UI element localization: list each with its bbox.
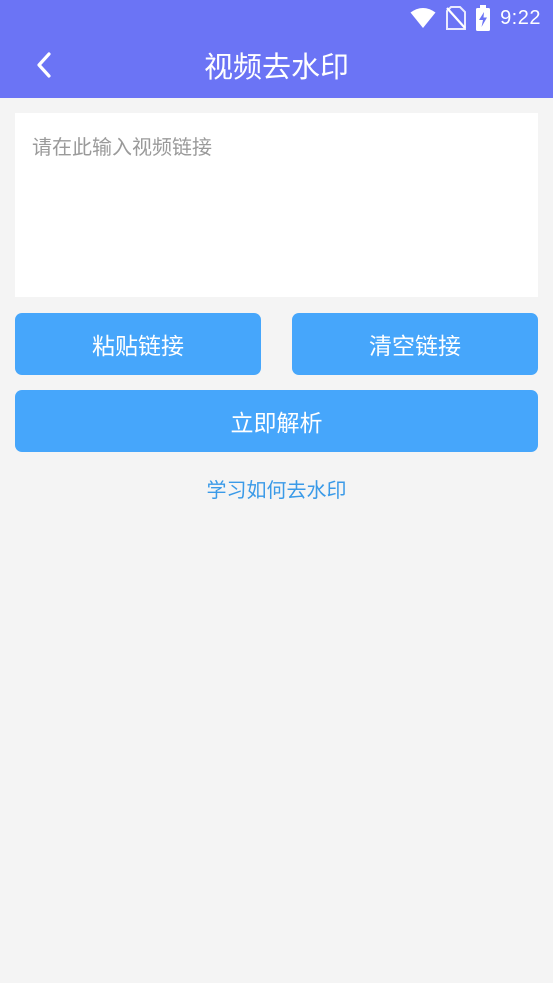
page-title: 视频去水印: [203, 50, 349, 84]
status-time: 9:22: [500, 6, 541, 29]
status-icons: 9:22: [410, 5, 541, 31]
parse-now-button[interactable]: 立即解析: [15, 390, 538, 452]
clear-link-button[interactable]: 清空链接: [292, 313, 538, 375]
wifi-icon: [410, 7, 436, 29]
no-sim-icon: [446, 6, 467, 30]
app-screen: 9:22 视频去水印 粘贴链接 清空链接 立即解析 学习如何去水印: [0, 0, 553, 983]
video-link-input[interactable]: [15, 113, 538, 297]
paste-link-button[interactable]: 粘贴链接: [15, 313, 261, 375]
learn-watermark-removal-link[interactable]: 学习如何去水印: [0, 474, 553, 506]
battery-charging-icon: [476, 5, 491, 31]
status-bar: 9:22: [0, 0, 553, 36]
app-header: 9:22 视频去水印: [0, 0, 553, 98]
toolbar: 视频去水印: [0, 36, 553, 98]
